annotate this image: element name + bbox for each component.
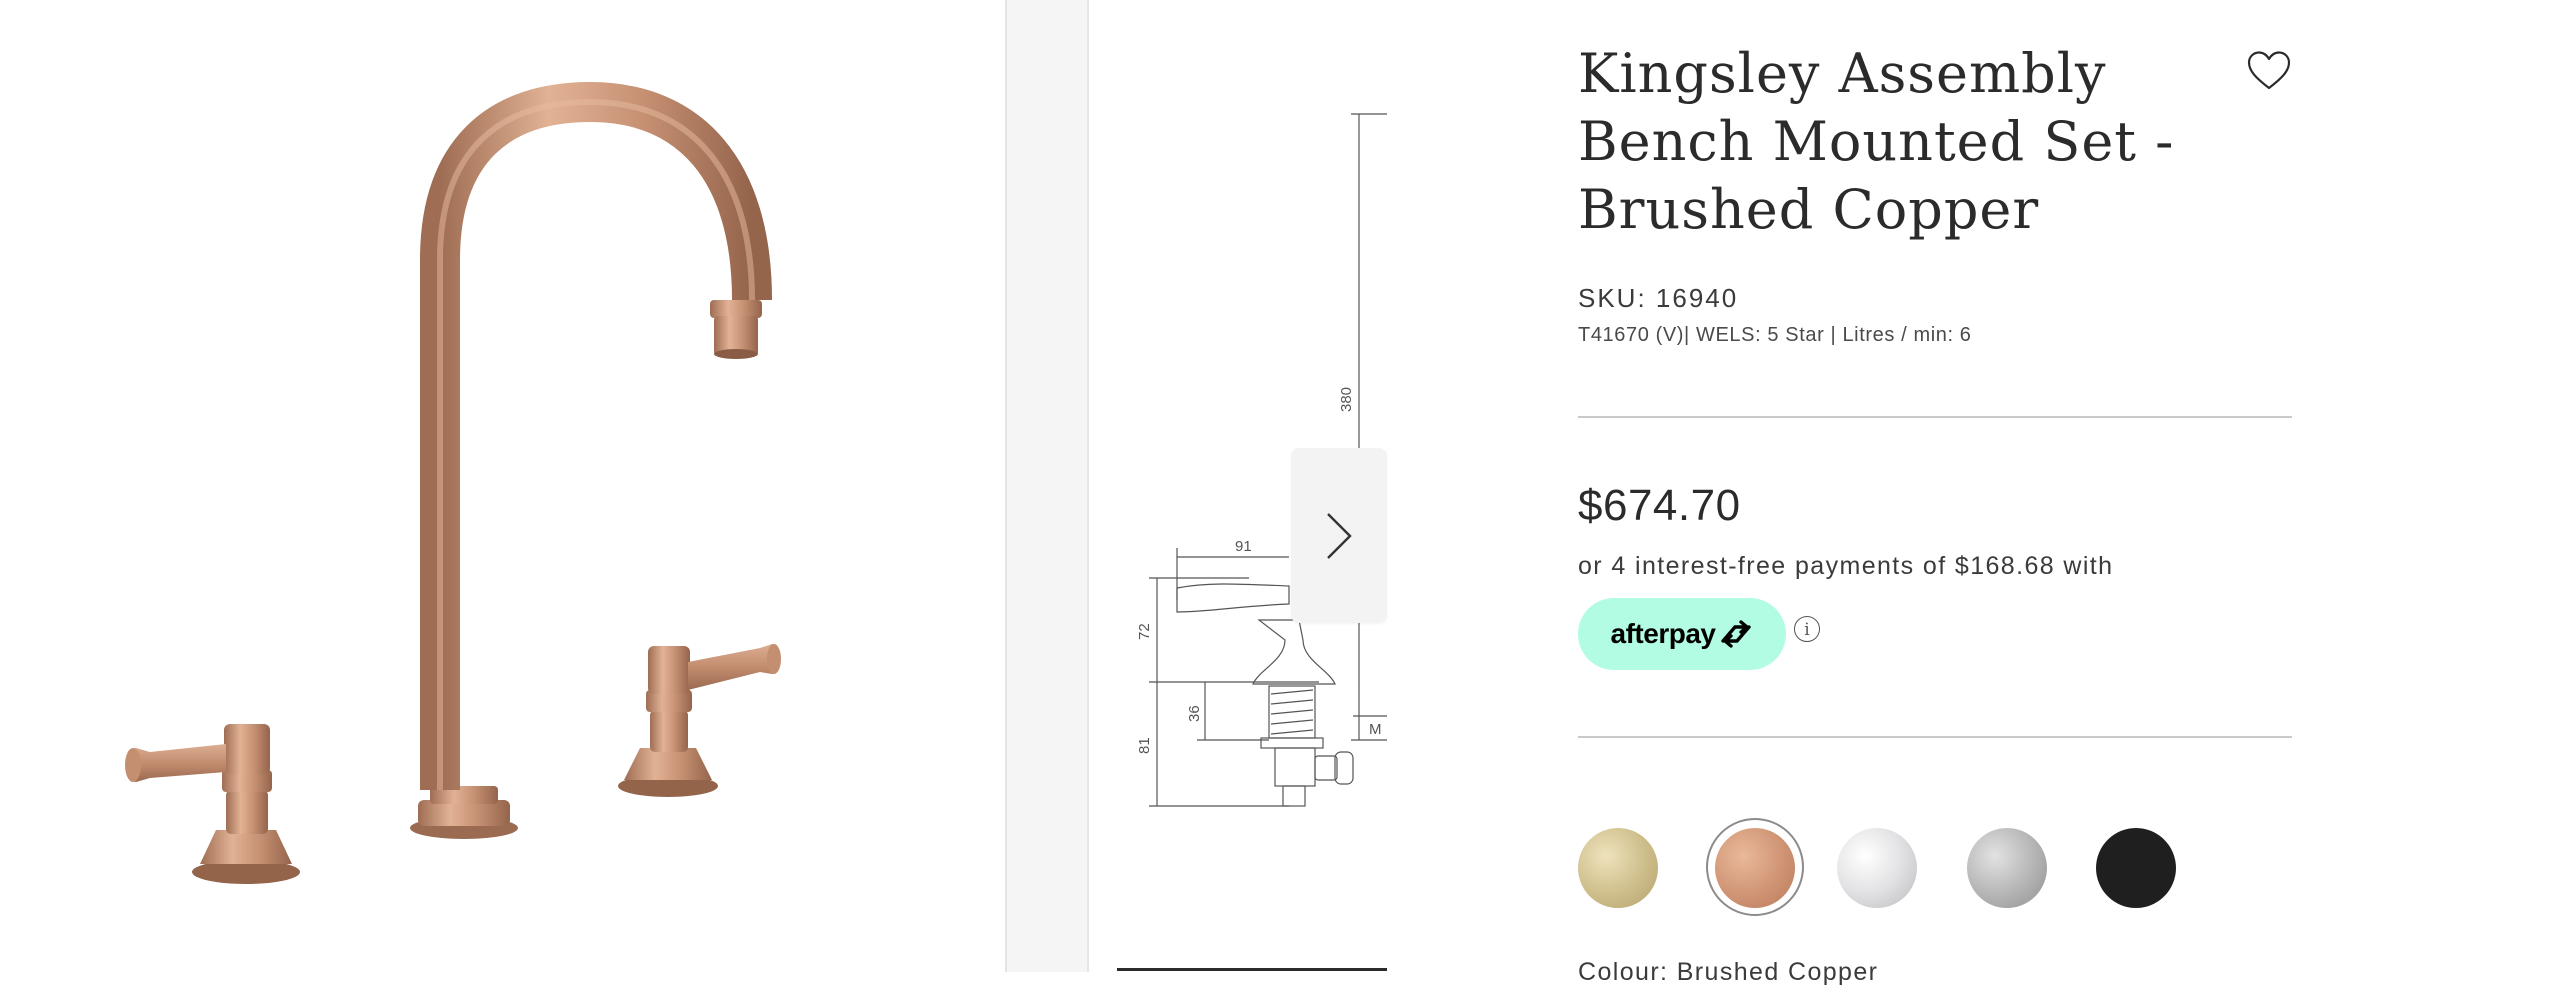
product-price: $674.70 bbox=[1578, 481, 1741, 530]
product-info-panel: Kingsley Assembly Bench Mounted Set - Br… bbox=[1578, 0, 2292, 986]
swatch-brushed-brass[interactable] bbox=[1578, 828, 1658, 908]
product-main-image[interactable] bbox=[0, 0, 1005, 972]
dim-label-body: 81 bbox=[1136, 737, 1153, 754]
dim-label-height: 380 bbox=[1338, 387, 1355, 412]
divider bbox=[1578, 736, 2292, 738]
gallery-next-button[interactable] bbox=[1291, 448, 1387, 623]
divider bbox=[1578, 416, 2292, 418]
product-sku: SKU: 16940 bbox=[1578, 283, 1739, 313]
afterpay-arrows-icon bbox=[1721, 620, 1752, 648]
afterpay-logo-text: afterpay bbox=[1610, 618, 1716, 649]
tap-set-illustration bbox=[125, 81, 781, 884]
afterpay-badge[interactable]: afterpay bbox=[1578, 598, 1786, 670]
dim-label-fitting: M bbox=[1369, 721, 1382, 738]
heart-outline-icon bbox=[2247, 51, 2291, 90]
chevron-right-icon bbox=[1327, 512, 1352, 559]
product-title: Kingsley Assembly Bench Mounted Set - Br… bbox=[1578, 42, 2175, 241]
product-specs: T41670 (V)| WELS: 5 Star | Litres / min:… bbox=[1578, 324, 1972, 346]
swatch-brushed-copper[interactable] bbox=[1715, 828, 1795, 908]
afterpay-installments-text: or 4 interest-free payments of $168.68 w… bbox=[1578, 552, 2114, 580]
selected-colour-label: Colour: Brushed Copper bbox=[1578, 958, 1879, 986]
dim-label-thread: 36 bbox=[1186, 705, 1203, 722]
swatch-gun-metal[interactable] bbox=[1967, 828, 2047, 908]
wishlist-button[interactable] bbox=[2246, 50, 2292, 92]
dim-label-handle: 72 bbox=[1136, 623, 1153, 640]
swatch-matte-black[interactable] bbox=[2096, 828, 2176, 908]
gallery-active-indicator bbox=[1117, 968, 1387, 971]
gallery-previous-slide-edge bbox=[1007, 0, 1087, 972]
dim-label-reach: 91 bbox=[1235, 538, 1252, 555]
info-icon[interactable]: i bbox=[1794, 616, 1820, 642]
swatch-chrome[interactable] bbox=[1837, 828, 1917, 908]
